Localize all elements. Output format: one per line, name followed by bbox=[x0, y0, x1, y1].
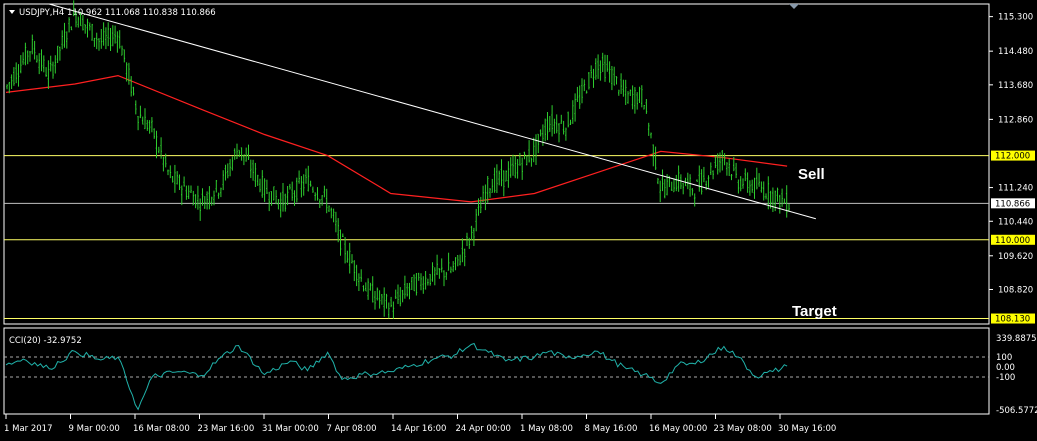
time-tick-label: 1 May 08:00 bbox=[520, 424, 573, 434]
time-tick-label: 1 Mar 2017 bbox=[4, 424, 52, 434]
level-tag-label: 108.130 bbox=[995, 315, 1030, 325]
symbol-header: USDJPY,H4 110.962 111.068 110.838 110.86… bbox=[19, 8, 216, 18]
time-tick-label: 23 Mar 16:00 bbox=[198, 424, 255, 434]
price-tick-label: 109.620 bbox=[998, 252, 1033, 262]
price-tick-label: 115.300 bbox=[998, 13, 1033, 23]
triangle-down-icon[interactable] bbox=[9, 10, 15, 14]
cci-tick-minus100: -100 bbox=[996, 373, 1015, 383]
price-tick-label: 112.860 bbox=[998, 115, 1033, 125]
time-tick-label: 31 Mar 00:00 bbox=[262, 424, 319, 434]
cci-tick-100: 100 bbox=[996, 353, 1012, 363]
cci-tick-0: 0.00 bbox=[996, 363, 1015, 373]
chart-canvas: USDJPY,H4 110.962 111.068 110.838 110.86… bbox=[3, 0, 1037, 434]
sell-label: Sell bbox=[798, 166, 825, 183]
candlestick-series bbox=[6, 0, 790, 319]
time-tick-label: 23 May 08:00 bbox=[714, 424, 772, 434]
time-tick-label: 30 May 16:00 bbox=[778, 424, 836, 434]
level-tag-label: 110.866 bbox=[995, 199, 1030, 209]
main-chart-frame bbox=[3, 3, 990, 325]
price-tick-label: 113.680 bbox=[998, 81, 1033, 91]
time-tick-label: 24 Apr 00:00 bbox=[456, 424, 511, 434]
time-tick-label: 14 Apr 16:00 bbox=[391, 424, 446, 434]
trendline[interactable] bbox=[48, 3, 816, 220]
level-tag-label: 112.000 bbox=[995, 152, 1030, 162]
time-tick-label: 7 Apr 08:00 bbox=[327, 424, 377, 434]
cci-scale-bottom: -506.5772 bbox=[996, 406, 1037, 416]
horizontal-levels: 112.000 110.866 110.000 108.130 bbox=[4, 150, 1035, 325]
target-label: Target bbox=[792, 303, 837, 320]
cci-axis: 339.8875 100 0.00 -100 -506.5772 bbox=[996, 334, 1037, 416]
time-tick-label: 9 Mar 00:00 bbox=[69, 424, 120, 434]
price-tick-label: 110.440 bbox=[998, 217, 1033, 227]
price-tick-label: 114.480 bbox=[998, 47, 1033, 57]
time-tick-label: 16 Mar 08:00 bbox=[133, 424, 190, 434]
cci-label: CCI(20) -32.9752 bbox=[9, 336, 82, 346]
scroll-marker-icon[interactable] bbox=[789, 4, 799, 9]
time-tick-label: 8 May 16:00 bbox=[585, 424, 638, 434]
time-tick-label: 16 May 00:00 bbox=[649, 424, 707, 434]
price-tick-label: 108.820 bbox=[998, 285, 1033, 295]
price-tick-label: 111.240 bbox=[998, 184, 1033, 194]
cci-line bbox=[5, 342, 788, 411]
cci-panel-frame bbox=[3, 327, 990, 415]
time-axis: 1 Mar 2017 9 Mar 00:00 16 Mar 08:00 23 Mar … bbox=[4, 414, 836, 434]
moving-average-line bbox=[5, 74, 788, 203]
level-tag-label: 110.000 bbox=[995, 236, 1030, 246]
cci-scale-top: 339.8875 bbox=[996, 334, 1037, 344]
